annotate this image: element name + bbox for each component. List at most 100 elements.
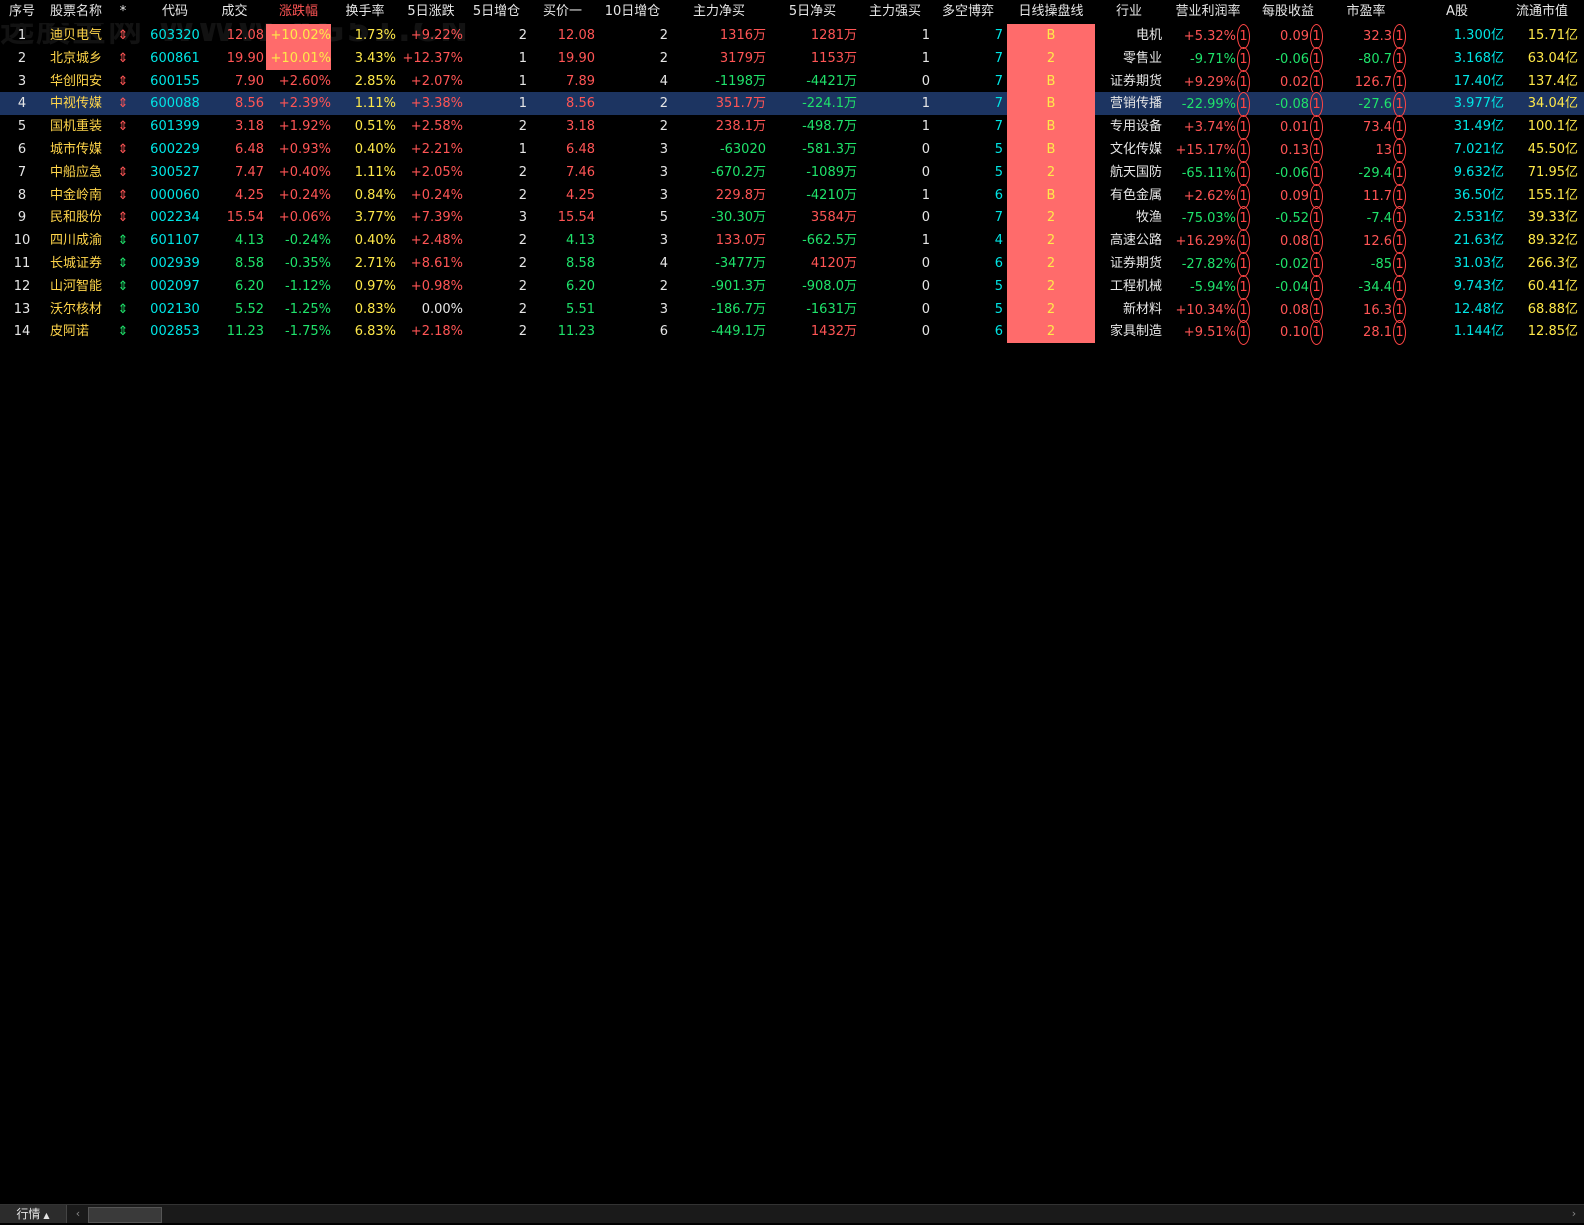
industry-text: 新材料 [1122, 301, 1162, 317]
add-5d-text: 2 [518, 324, 527, 340]
float-market-value-text: 266.3亿 [1527, 256, 1578, 271]
tab-quotes[interactable]: 行情 ▲ [0, 1205, 67, 1223]
horizontal-scrollbar-thumb[interactable] [88, 1207, 162, 1223]
table-row[interactable]: 10 四川成渝 ⇕ 601107 4.13 -0.24% 0.40% +2.48% 2 4.13 3… [0, 229, 1584, 255]
header-turnover[interactable]: 换手率 [334, 0, 396, 23]
header-name[interactable]: 股票名称 [50, 0, 110, 23]
main-net-buy-5d: -662.5万 [768, 229, 857, 252]
operating-profit-margin: +9.51% 1 [1166, 320, 1250, 346]
earnings-per-share-text: 0.09 [1280, 188, 1309, 204]
header-industry[interactable]: 行业 [1096, 0, 1162, 23]
main-strong-buy: 0 [860, 275, 930, 298]
footnote-circle-icon: 1 [1237, 206, 1250, 232]
a-shares-text: 36.50亿 [1453, 187, 1504, 203]
a-shares: 36.50亿 [1410, 184, 1504, 207]
updown-arrow-icon: ⇕ [116, 47, 130, 70]
operating-profit-margin-text: -5.94% [1190, 279, 1236, 295]
table-row[interactable]: 14 皮阿诺 ⇕ 002853 11.23 -1.75% 6.83% +2.18% 2 11.23… [0, 320, 1584, 346]
add-5d-text: 2 [518, 301, 527, 317]
table-row[interactable]: 7 中船应急 ⇕ 300527 7.47 +0.40% 1.11% +2.05% 2 7.46 3 -… [0, 160, 1584, 186]
change-percent: +1.92% [266, 115, 331, 138]
footnote-circle-icon: 1 [1393, 274, 1406, 300]
pe-ratio-text: 12.6 [1363, 234, 1392, 250]
a-shares-text: 31.49亿 [1453, 119, 1504, 135]
header-pe[interactable]: 市盈率 [1326, 0, 1406, 23]
change-5d: +0.24% [399, 184, 463, 207]
table-row[interactable]: 2 北京城乡 ⇕ 600861 19.90 +10.01% 3.43% +12.37% 1 19.… [0, 46, 1584, 72]
pe-ratio-text: 13 [1375, 143, 1392, 158]
industry: 电机 [1096, 24, 1162, 47]
header-main-net5[interactable]: 5日净买 [768, 0, 857, 23]
header-star[interactable]: * [116, 0, 130, 23]
scroll-right-icon[interactable]: › [1566, 1205, 1582, 1223]
operating-profit-margin: +5.32% 1 [1166, 24, 1250, 49]
footnote-circle-icon: 1 [1393, 320, 1406, 346]
a-shares-text: 12.48亿 [1453, 301, 1504, 317]
header-code[interactable]: 代码 [148, 0, 202, 23]
long-short-game: 7 [933, 206, 1003, 229]
table-row[interactable]: 1 迪贝电气 ⇕ 603320 12.08 +10.02% 1.73% +9.22% 2 12.0… [0, 24, 1584, 49]
table-row[interactable]: 3 华创阳安 ⇕ 600155 7.90 +2.60% 2.85% +2.07% 1 7.89 4 -… [0, 69, 1584, 95]
last-price: 11.23 [205, 320, 264, 343]
row-index: 6 [4, 138, 40, 161]
header-main-strong[interactable]: 主力强买 [860, 0, 930, 23]
header-price[interactable]: 成交 [205, 0, 264, 23]
main-net-buy-text: -3477万 [715, 256, 766, 271]
updown-arrow-icon-text: ⇕ [117, 28, 129, 43]
operating-profit-margin: -65.11% 1 [1166, 160, 1250, 186]
turnover-rate-text: 0.84% [354, 187, 396, 203]
daily-trade-line: B [1007, 138, 1095, 161]
updown-arrow-icon: ⇕ [116, 24, 130, 47]
bid-price-1: 3.18 [530, 115, 595, 138]
daily-trade-line-text: 2 [1046, 164, 1056, 180]
table-row[interactable]: 8 中金岭南 ⇕ 000060 4.25 +0.24% 0.84% +0.24% 2 4.25 3 2… [0, 183, 1584, 209]
last-price-text: 3.18 [235, 119, 264, 135]
daily-trade-line: 2 [1007, 274, 1095, 298]
header-daily-line[interactable]: 日线操盘线 [1007, 0, 1095, 23]
header-mkt-value[interactable]: 流通市值 [1506, 0, 1578, 23]
scroll-left-icon[interactable]: ‹ [70, 1205, 86, 1223]
table-row[interactable]: 11 长城证券 ⇕ 002939 8.58 -0.35% 2.71% +8.61% 2 8.58 4… [0, 252, 1584, 277]
table-row[interactable]: 13 沃尔核材 ⇕ 002130 5.52 -1.25% 0.83% 0.00% 2 5.51 3 -… [0, 297, 1584, 323]
header-idx[interactable]: 序号 [4, 0, 40, 23]
row-index-text: 3 [17, 73, 27, 89]
table-row[interactable]: 6 城市传媒 ⇕ 600229 6.48 +0.93% 0.40% +2.21% 1 6.48 3 -… [0, 138, 1584, 163]
header-chg5d[interactable]: 5日涨跌 [399, 0, 463, 23]
change-5d: +2.05% [399, 161, 463, 184]
table-row[interactable]: 9 民和股份 ⇕ 002234 15.54 +0.06% 3.77% +7.39% 3 15.54… [0, 206, 1584, 232]
header-add10d[interactable]: 10日增仓 [597, 0, 668, 23]
long-short-game: 7 [933, 92, 1003, 115]
row-index: 10 [4, 229, 40, 252]
header-a-share[interactable]: A股 [1410, 0, 1504, 23]
header-bid1[interactable]: 买价一 [530, 0, 595, 23]
row-index-text: 11 [13, 256, 31, 271]
stock-name-text: 中船应急 [50, 164, 103, 180]
turnover-rate-text: 0.40% [354, 142, 396, 157]
header-duokong[interactable]: 多空博弈 [933, 0, 1003, 23]
header-profit[interactable]: 营业利润率 [1166, 0, 1250, 23]
table-row[interactable]: 4 中视传媒 ⇕ 600088 8.56 +2.39% 1.11% +3.38% 1 8.56 2 3… [0, 92, 1584, 118]
long-short-game-text: 5 [994, 142, 1003, 157]
header-chg-sorted[interactable]: 涨跌幅 [266, 0, 331, 23]
earnings-per-share: -0.08 1 [1253, 92, 1323, 118]
updown-arrow-icon-text: ⇕ [117, 50, 129, 66]
main-net-buy: -901.3万 [672, 275, 766, 298]
add-10d-text: 4 [659, 73, 668, 89]
footnote-circle-icon: 1 [1393, 115, 1406, 141]
a-shares: 31.03亿 [1410, 252, 1504, 275]
row-index-text: 7 [17, 164, 27, 180]
table-row[interactable]: 5 国机重装 ⇕ 601399 3.18 +1.92% 0.51% +2.58% 2 3.18 2 2… [0, 115, 1584, 141]
stock-code: 002130 [148, 298, 202, 321]
operating-profit-margin-text: +2.62% [1183, 188, 1236, 204]
table-header: 序号 股票名称 * 代码 成交 涨跌幅 换手率 5日涨跌 5日增仓 买价一 10… [0, 0, 1584, 23]
change-percent-text: -1.75% [285, 324, 331, 340]
a-shares: 9.632亿 [1410, 161, 1504, 184]
updown-arrow-icon: ⇕ [116, 92, 130, 115]
stock-name-text: 中视传媒 [50, 96, 103, 112]
header-main-net[interactable]: 主力净买 [672, 0, 766, 23]
table-row[interactable]: 12 山河智能 ⇕ 002097 6.20 -1.12% 0.97% +0.98% 2 6.20 2… [0, 274, 1584, 300]
header-add5d[interactable]: 5日增仓 [466, 0, 527, 23]
turnover-rate: 0.51% [334, 115, 396, 138]
header-eps[interactable]: 每股收益 [1253, 0, 1323, 23]
stock-name: 城市传媒 [50, 138, 110, 161]
